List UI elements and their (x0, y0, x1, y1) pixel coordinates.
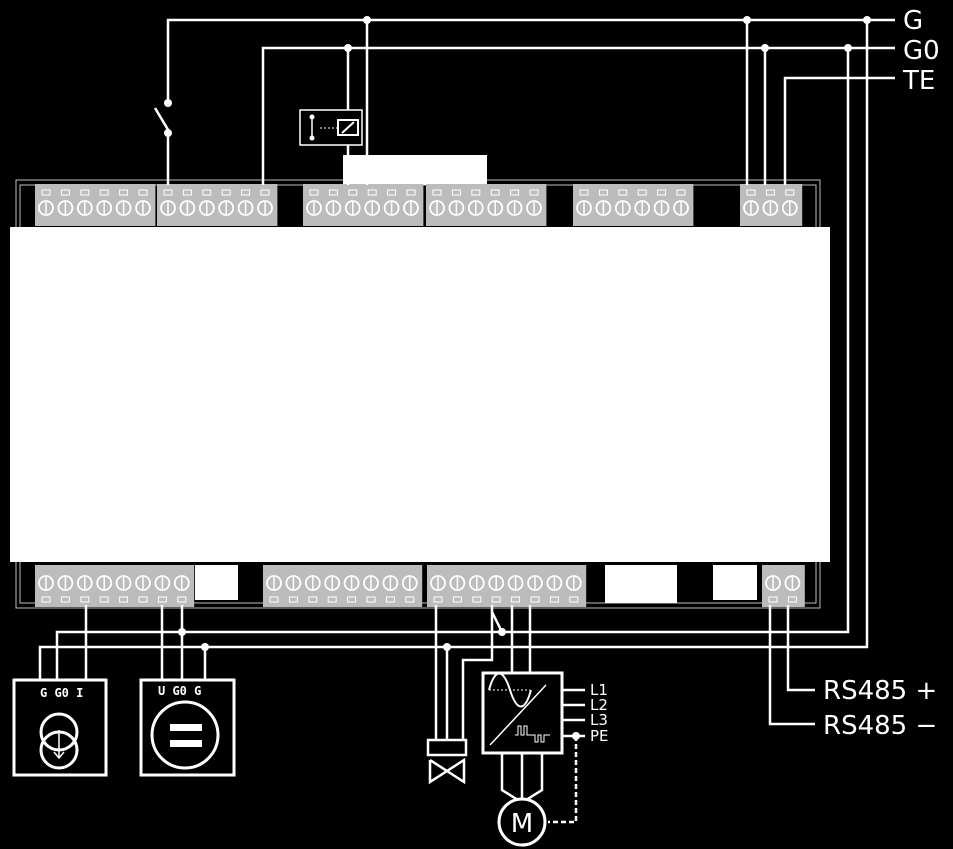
terminal-block (263, 565, 423, 607)
bus-label-g0: G0 (903, 36, 940, 66)
valve-actuator-icon (426, 738, 468, 785)
frequency-converter-icon (481, 671, 564, 755)
switch-icon (164, 99, 172, 137)
terminal-block (740, 184, 803, 226)
terminal-block (762, 565, 805, 607)
voltage-sensor-terminals: U G0 G (158, 684, 201, 698)
rs485-minus-label: RS485 − (823, 711, 937, 741)
bottom-terminal-blocks (35, 565, 805, 607)
terminal-block (426, 184, 547, 226)
terminal-block (573, 184, 694, 226)
motor-label: M (511, 809, 533, 839)
terminal-block (303, 184, 424, 226)
terminal-block (35, 565, 195, 607)
controller-body (10, 227, 830, 562)
relay-icon (299, 109, 363, 146)
terminal-block (35, 184, 156, 226)
vfd-label-pe: PE (590, 727, 609, 745)
current-sensor-terminals: G G0 I (40, 686, 83, 700)
voltage-sensor: U G0 G (139, 678, 236, 777)
terminal-block (157, 184, 278, 226)
bus-label-te: TE (902, 66, 935, 96)
current-sensor: G G0 I (12, 678, 108, 777)
rs485-plus-label: RS485 + (823, 676, 937, 706)
terminal-block (427, 565, 587, 607)
controller-display-tab (343, 155, 487, 185)
top-terminal-blocks (35, 184, 803, 226)
bus-label-g: G (903, 6, 923, 36)
motor-icon: M (497, 797, 547, 847)
wiring-diagram: G G0 TE RS485 + RS485 − G G0 I U G0 G L1… (10, 6, 940, 847)
